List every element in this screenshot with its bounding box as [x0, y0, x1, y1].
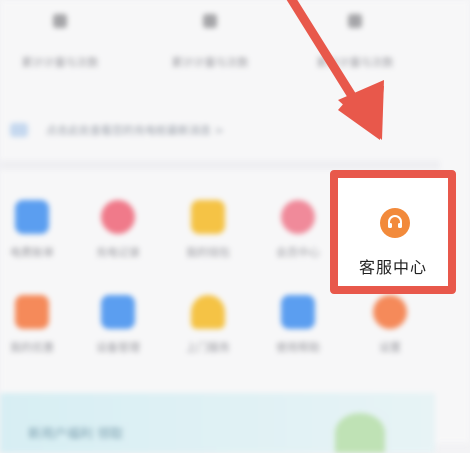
headset-icon — [380, 208, 410, 238]
customer-service-button[interactable]: 客服中心 — [330, 170, 456, 294]
customer-service-label: 客服中心 — [358, 258, 427, 277]
